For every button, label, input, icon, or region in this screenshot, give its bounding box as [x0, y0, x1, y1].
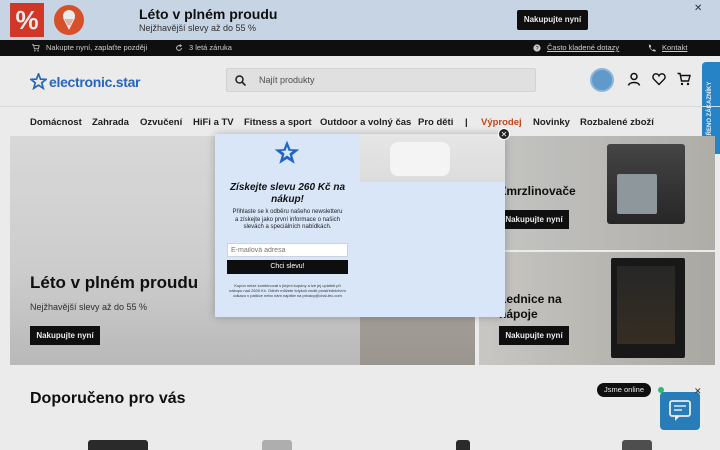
nav-item-novinky[interactable]: Novinky [533, 117, 570, 128]
nav-item-rozbalene[interactable]: Rozbalené zboží [580, 117, 654, 128]
nav-divider: | [465, 117, 468, 128]
modal-title: Získejte slevu 260 Kč na nákup! [229, 182, 346, 205]
ice-maker-title: Zmrzlinovače [499, 184, 576, 198]
hero-title: Léto v plném proudu [30, 273, 199, 292]
contact-link[interactable]: Kontakt [648, 43, 687, 52]
star-logo-icon [30, 73, 47, 90]
promo-subtitle: Nejžhavější slevy až do 55 % [139, 23, 257, 33]
modal-description: Přihlaste se k odběru našeho newsletteru… [232, 209, 343, 230]
site-logo[interactable]: electronic.star [30, 73, 141, 90]
product-thumb[interactable] [88, 440, 148, 450]
get-discount-button[interactable]: Chci slevu! [227, 260, 348, 274]
trust-seal-icon[interactable] [590, 68, 614, 92]
logo-text: electronic.star [49, 73, 141, 90]
promo-close-icon[interactable]: ✕ [694, 3, 702, 14]
cart-icon [32, 43, 40, 52]
product-thumb[interactable] [456, 440, 470, 450]
chat-close-icon[interactable]: ✕ [694, 386, 702, 397]
promo-bar: % Léto v plném proudu Nejžhavější slevy … [0, 0, 720, 40]
ice-maker-shop-button[interactable]: Nakupujte nyní [499, 210, 569, 229]
email-field[interactable] [227, 243, 348, 257]
bnpl-label: Nakupte nyní, zaplaťte později [46, 43, 148, 52]
drinks-fridge-banner[interactable]: Lednice na nápoje Nakupujte nyní [479, 252, 715, 365]
nav-item-fitness[interactable]: Fitness a sport [244, 117, 312, 128]
nav-item-zahrada[interactable]: Zahrada [92, 117, 129, 128]
chat-bubble-icon [669, 400, 691, 421]
ice-maker-image [390, 142, 450, 176]
main-nav: Domácnost Zahrada Ozvučení HiFi a TV Fit… [0, 106, 720, 134]
nav-item-domacnost[interactable]: Domácnost [30, 117, 82, 128]
product-thumb[interactable] [262, 440, 292, 450]
star-logo-icon [274, 140, 300, 164]
percent-badge: % [10, 3, 44, 37]
phone-icon [648, 44, 656, 52]
drinks-fridge-title-1: Lednice na [499, 292, 562, 306]
ice-cream-icon [54, 5, 84, 35]
ice-maker-image [607, 144, 685, 224]
warranty-label: 3 letá záruka [189, 43, 232, 52]
search-icon[interactable] [235, 75, 246, 86]
refresh-icon [176, 43, 183, 51]
recommended-title: Doporučeno pro vás [30, 390, 186, 407]
warranty-item: 3 letá záruka [175, 43, 232, 52]
modal-content: Získejte slevu 260 Kč na nákup! Přihlast… [215, 134, 360, 317]
product-thumb[interactable] [622, 440, 652, 450]
site-header: electronic.star Najít produkty [0, 56, 720, 106]
account-icon[interactable] [627, 72, 641, 86]
modal-close-icon[interactable]: ✕ [498, 128, 510, 140]
search-box[interactable]: Najít produkty [226, 68, 536, 92]
chat-button[interactable] [660, 392, 700, 430]
bnpl-item: Nakupte nyní, zaplaťte později [32, 43, 147, 52]
promo-title: Léto v plném proudu [139, 6, 278, 22]
drinks-fridge-shop-button[interactable]: Nakupujte nyní [499, 326, 569, 345]
help-icon: ? [533, 43, 541, 52]
nav-item-outdoor[interactable]: Outdoor a volný čas [320, 117, 411, 128]
nav-item-ozvuceni[interactable]: Ozvučení [140, 117, 182, 128]
search-input[interactable]: Najít produkty [259, 75, 315, 85]
drinks-fridge-image [611, 258, 685, 358]
ice-maker-banner[interactable]: Zmrzlinovače Nakupujte nyní [479, 136, 715, 250]
faq-label[interactable]: Často kladené dotazy [547, 43, 619, 52]
hero-subtitle: Nejžhavější slevy až do 55 % [30, 302, 148, 312]
nav-item-vyprodej[interactable]: Výprodej [481, 117, 522, 128]
promo-shop-button[interactable]: Nakupujte nyní [517, 10, 588, 30]
svg-text:?: ? [535, 46, 538, 52]
hero-shop-button[interactable]: Nakupujte nyní [30, 326, 100, 345]
wishlist-heart-icon[interactable] [652, 72, 666, 86]
newsletter-modal: Získejte slevu 260 Kč na nákup! Přihlast… [215, 134, 505, 317]
nav-item-hifi-tv[interactable]: HiFi a TV [193, 117, 234, 128]
cart-icon[interactable] [677, 72, 691, 86]
nav-item-pro-deti[interactable]: Pro děti [418, 117, 453, 128]
faq-link[interactable]: ? Často kladené dotazy [533, 43, 619, 52]
contact-label[interactable]: Kontakt [662, 43, 687, 52]
chat-status-label[interactable]: Jsme online [597, 383, 652, 397]
modal-image [360, 134, 505, 317]
info-bar: Nakupte nyní, zaplaťte později 3 letá zá… [0, 40, 720, 56]
modal-fine-print: Kupón nelze kombinovat s jinými kupóny a… [229, 283, 346, 298]
